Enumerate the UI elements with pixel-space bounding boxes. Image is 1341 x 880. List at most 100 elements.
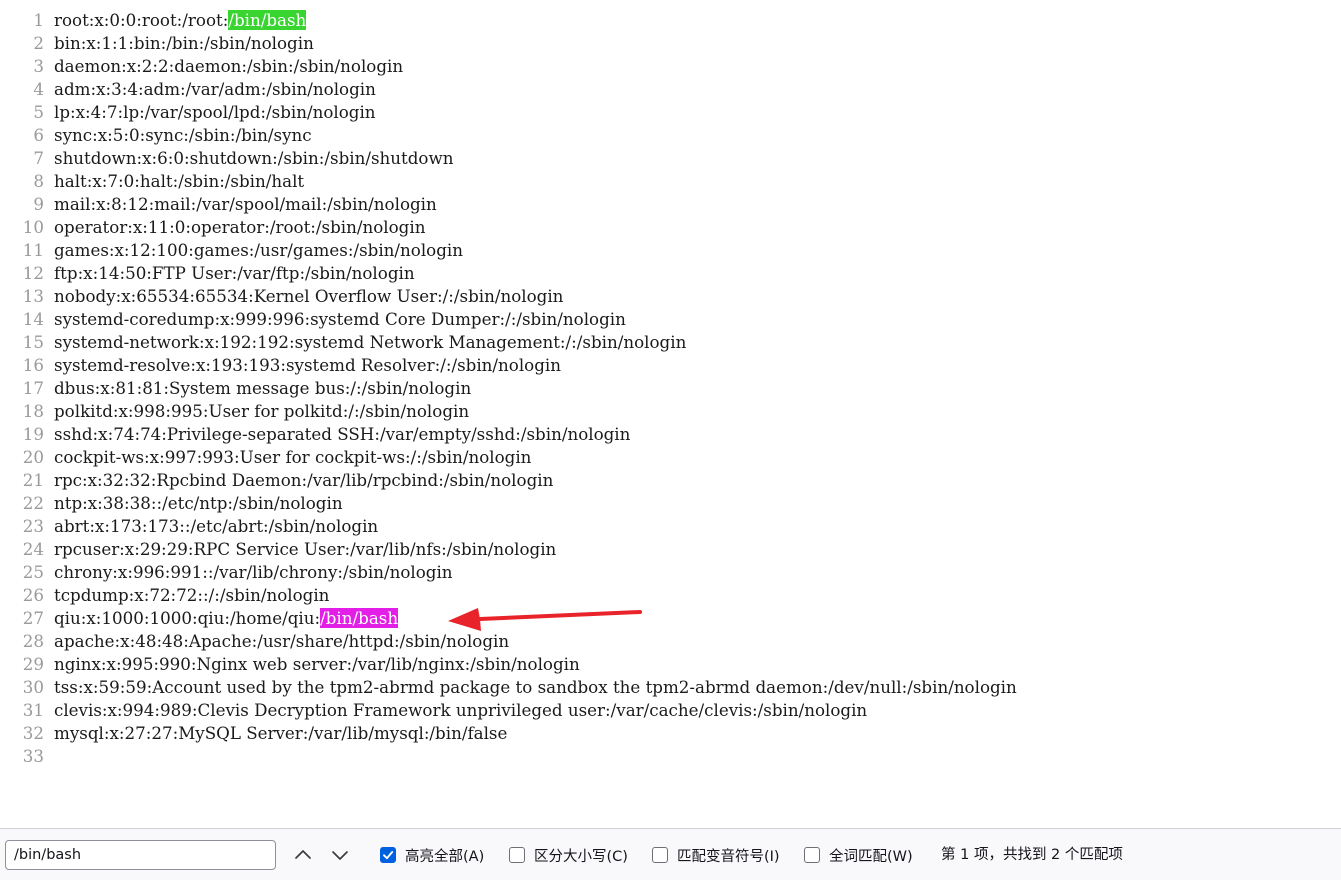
text-line: 11 games:x:12:100:games:/usr/games:/sbin/…: [0, 239, 1341, 262]
find-previous-button[interactable]: [288, 841, 318, 869]
line-content: games:x:12:100:games:/usr/games:/sbin/no…: [54, 239, 463, 262]
line-text: apache:x:48:48:Apache:/usr/share/httpd:/…: [54, 631, 510, 651]
line-number: 23: [22, 516, 44, 536]
line-content: tss:x:59:59:Account used by the tpm2-abr…: [54, 676, 1017, 699]
highlight-all-label: 高亮全部(A): [405, 848, 485, 865]
line-number: 20: [22, 447, 44, 467]
line-content: polkitd:x:998:995:User for polkitd:/:/sb…: [54, 400, 469, 423]
line-number: 21: [22, 470, 44, 490]
text-line: 20 cockpit-ws:x:997:993:User for cockpit-…: [0, 446, 1341, 469]
match-case-label: 区分大小写(C): [534, 848, 628, 865]
line-text: shutdown:x:6:0:shutdown:/sbin:/sbin/shut…: [54, 148, 454, 168]
find-next-button[interactable]: [325, 841, 355, 869]
match-diacritics-label: 匹配变音符号(I): [677, 848, 780, 865]
line-content: tcpdump:x:72:72::/:/sbin/nologin: [54, 584, 329, 607]
checkbox-unchecked-icon[interactable]: [804, 847, 820, 863]
match-case-checkbox[interactable]: 区分大小写(C): [509, 844, 628, 866]
text-line: 6 sync:x:5:0:sync:/sbin:/bin/sync: [0, 124, 1341, 147]
line-number: 30: [22, 677, 44, 697]
line-content: lp:x:4:7:lp:/var/spool/lpd:/sbin/nologin: [54, 101, 376, 124]
line-number: 12: [22, 263, 44, 283]
line-text: dbus:x:81:81:System message bus:/:/sbin/…: [54, 378, 472, 398]
line-content: daemon:x:2:2:daemon:/sbin:/sbin/nologin: [54, 55, 403, 78]
line-content: apache:x:48:48:Apache:/usr/share/httpd:/…: [54, 630, 509, 653]
line-number: 13: [22, 286, 44, 306]
line-content: mysql:x:27:27:MySQL Server:/var/lib/mysq…: [54, 722, 507, 745]
line-number: 26: [22, 585, 44, 605]
line-content: cockpit-ws:x:997:993:User for cockpit-ws…: [54, 446, 531, 469]
line-number: 6: [33, 125, 44, 145]
line-text: nginx:x:995:990:Nginx web server:/var/li…: [54, 654, 580, 674]
line-content: shutdown:x:6:0:shutdown:/sbin:/sbin/shut…: [54, 147, 453, 170]
line-content: mail:x:8:12:mail:/var/spool/mail:/sbin/n…: [54, 193, 437, 216]
text-line: 25 chrony:x:996:991::/var/lib/chrony:/sbi…: [0, 561, 1341, 584]
line-text: chrony:x:996:991::/var/lib/chrony:/sbin/…: [54, 562, 453, 582]
line-text: mysql:x:27:27:MySQL Server:/var/lib/mysq…: [54, 723, 508, 743]
text-line: 17 dbus:x:81:81:System message bus:/:/sbi…: [0, 377, 1341, 400]
whole-words-checkbox[interactable]: 全词匹配(W): [804, 844, 913, 866]
checkbox-checked-icon[interactable]: [380, 847, 396, 863]
line-number: 8: [33, 171, 44, 191]
line-text: clevis:x:994:989:Clevis Decryption Frame…: [54, 700, 868, 720]
chevron-up-icon: [295, 850, 311, 859]
line-text: games:x:12:100:games:/usr/games:/sbin/no…: [54, 240, 463, 260]
line-text: daemon:x:2:2:daemon:/sbin:/sbin/nologin: [54, 56, 404, 76]
line-text: lp:x:4:7:lp:/var/spool/lpd:/sbin/nologin: [54, 102, 376, 122]
checkbox-unchecked-icon[interactable]: [509, 847, 525, 863]
line-number: 2: [33, 33, 44, 53]
line-text: nobody:x:65534:65534:Kernel Overflow Use…: [54, 286, 564, 306]
line-text: ftp:x:14:50:FTP User:/var/ftp:/sbin/nolo…: [54, 263, 415, 283]
text-line: 7 shutdown:x:6:0:shutdown:/sbin:/sbin/shu…: [0, 147, 1341, 170]
checkbox-unchecked-icon[interactable]: [652, 847, 668, 863]
text-line: 3 daemon:x:2:2:daemon:/sbin:/sbin/nologin: [0, 55, 1341, 78]
text-line: 31 clevis:x:994:989:Clevis Decryption Fra…: [0, 699, 1341, 722]
search-match-highlight: /bin/bash: [228, 10, 307, 30]
whole-words-label: 全词匹配(W): [829, 848, 913, 865]
match-diacritics-checkbox[interactable]: 匹配变音符号(I): [652, 844, 780, 866]
line-number: 25: [22, 562, 44, 582]
text-line: 28 apache:x:48:48:Apache:/usr/share/httpd…: [0, 630, 1341, 653]
chevron-down-icon: [332, 851, 348, 860]
text-line: 26 tcpdump:x:72:72::/:/sbin/nologin: [0, 584, 1341, 607]
line-content: root:x:0:0:root:/root:/bin/bash: [54, 9, 307, 32]
line-content: chrony:x:996:991::/var/lib/chrony:/sbin/…: [54, 561, 453, 584]
line-content: clevis:x:994:989:Clevis Decryption Frame…: [54, 699, 867, 722]
line-text: adm:x:3:4:adm:/var/adm:/sbin/nologin: [54, 79, 376, 99]
line-number: 4: [33, 79, 44, 99]
text-line: 14 systemd-coredump:x:999:996:systemd Cor…: [0, 308, 1341, 331]
line-text: abrt:x:173:173::/etc/abrt:/sbin/nologin: [54, 516, 379, 536]
line-number: 10: [22, 217, 44, 237]
line-content: nobody:x:65534:65534:Kernel Overflow Use…: [54, 285, 563, 308]
line-number: 33: [22, 746, 44, 766]
text-line: 10 operator:x:11:0:operator:/root:/sbin/n…: [0, 216, 1341, 239]
line-text: cockpit-ws:x:997:993:User for cockpit-ws…: [54, 447, 532, 467]
line-number: 14: [22, 309, 44, 329]
line-text: root:x:0:0:root:/root:: [54, 10, 229, 30]
text-line: 5 lp:x:4:7:lp:/var/spool/lpd:/sbin/nologi…: [0, 101, 1341, 124]
line-number: 11: [22, 240, 44, 260]
line-content: ntp:x:38:38::/etc/ntp:/sbin/nologin: [54, 492, 343, 515]
line-number: 17: [22, 378, 44, 398]
text-line: 27 qiu:x:1000:1000:qiu:/home/qiu:/bin/bas…: [0, 607, 1341, 630]
checkmark-icon: [383, 851, 394, 860]
line-text: rpcuser:x:29:29:RPC Service User:/var/li…: [54, 539, 557, 559]
line-number: 22: [22, 493, 44, 513]
text-line: 4 adm:x:3:4:adm:/var/adm:/sbin/nologin: [0, 78, 1341, 101]
match-status: 第 1 项，共找到 2 个匹配项: [941, 847, 1123, 863]
line-number: 1: [33, 10, 44, 30]
line-number: 27: [22, 608, 44, 628]
line-content: qiu:x:1000:1000:qiu:/home/qiu:/bin/bash: [54, 607, 399, 630]
text-line: 33: [0, 745, 1341, 768]
line-number: 16: [22, 355, 44, 375]
line-content: halt:x:7:0:halt:/sbin:/sbin/halt: [54, 170, 304, 193]
line-text: qiu:x:1000:1000:qiu:/home/qiu:: [54, 608, 321, 628]
line-content: abrt:x:173:173::/etc/abrt:/sbin/nologin: [54, 515, 378, 538]
line-number: 18: [22, 401, 44, 421]
line-text: systemd-network:x:192:192:systemd Networ…: [54, 332, 687, 352]
text-line: 29 nginx:x:995:990:Nginx web server:/var/…: [0, 653, 1341, 676]
line-number: 29: [22, 654, 44, 674]
highlight-all-checkbox[interactable]: 高亮全部(A): [380, 844, 484, 866]
text-line: 30 tss:x:59:59:Account used by the tpm2-a…: [0, 676, 1341, 699]
text-line: 13 nobody:x:65534:65534:Kernel Overflow U…: [0, 285, 1341, 308]
find-input[interactable]: [5, 840, 276, 870]
